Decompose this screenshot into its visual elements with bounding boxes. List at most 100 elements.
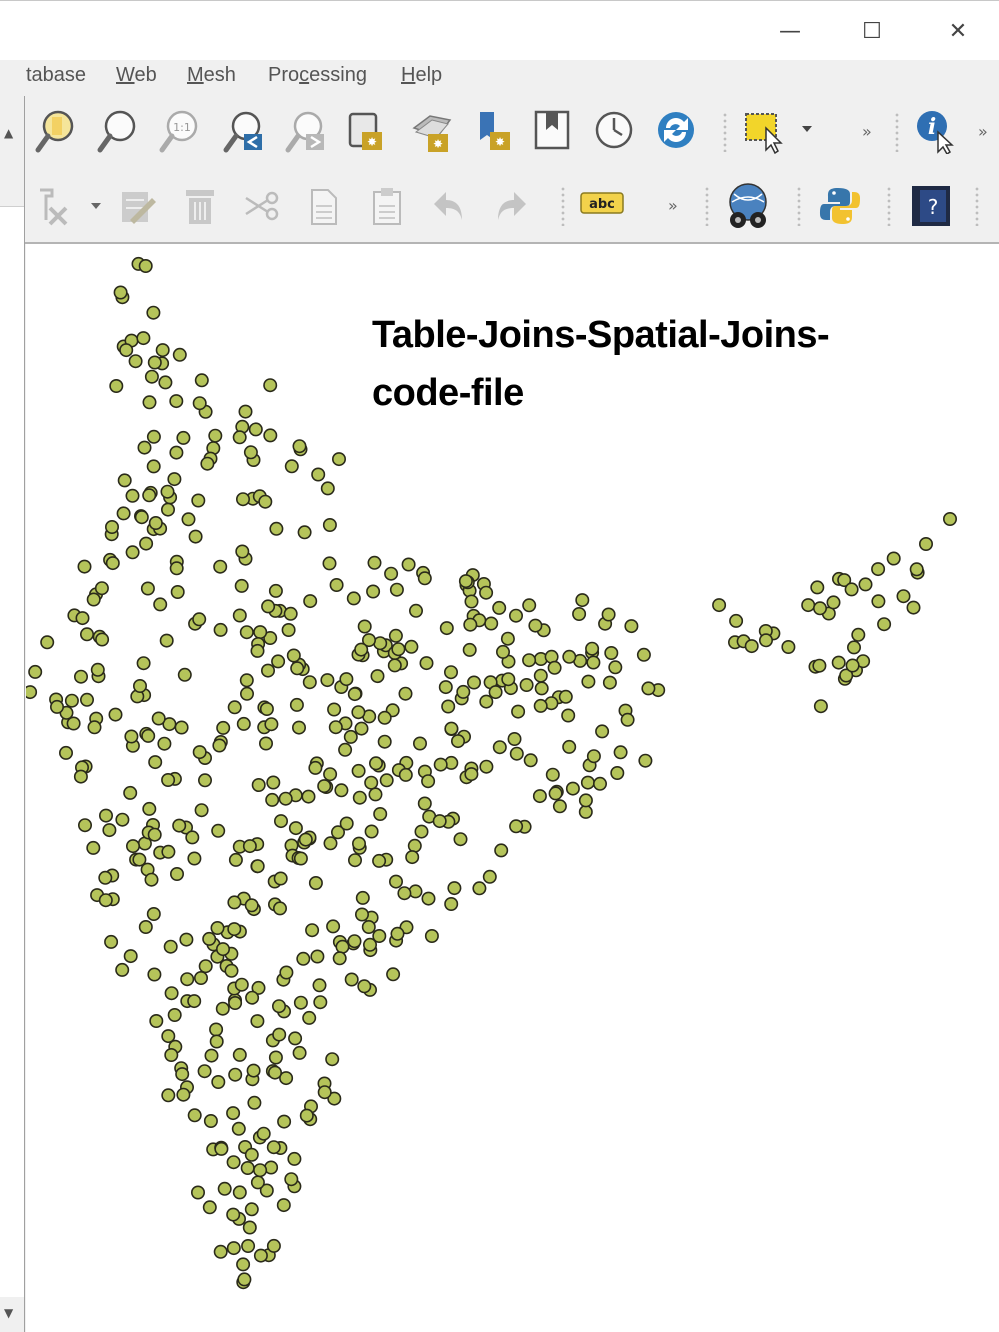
map-point[interactable] bbox=[293, 995, 308, 1010]
map-point[interactable] bbox=[253, 625, 268, 640]
map-point[interactable] bbox=[268, 1050, 283, 1065]
map-point[interactable] bbox=[176, 430, 191, 445]
zoom-out-button[interactable] bbox=[96, 108, 142, 154]
map-point[interactable] bbox=[163, 939, 178, 954]
map-point[interactable] bbox=[64, 693, 79, 708]
map-point[interactable] bbox=[253, 1248, 268, 1263]
map-point[interactable] bbox=[450, 734, 465, 749]
map-canvas[interactable]: Table-Joins-Spatial-Joins- code-file bbox=[26, 244, 999, 1332]
map-point[interactable] bbox=[317, 779, 332, 794]
map-point[interactable] bbox=[164, 986, 179, 1001]
map-point[interactable] bbox=[602, 675, 617, 690]
map-point[interactable] bbox=[236, 716, 251, 731]
map-point[interactable] bbox=[479, 759, 494, 774]
map-point[interactable] bbox=[414, 824, 429, 839]
map-point[interactable] bbox=[370, 669, 385, 684]
map-point[interactable] bbox=[412, 736, 427, 751]
map-point[interactable] bbox=[266, 775, 281, 790]
map-point[interactable] bbox=[357, 979, 372, 994]
map-point[interactable] bbox=[281, 622, 296, 637]
map-point[interactable] bbox=[604, 645, 619, 660]
map-point[interactable] bbox=[87, 720, 102, 735]
map-point[interactable] bbox=[377, 710, 392, 725]
map-point[interactable] bbox=[136, 656, 151, 671]
map-point[interactable] bbox=[187, 994, 202, 1009]
map-point[interactable] bbox=[98, 870, 113, 885]
scroll-down-arrow[interactable]: ▼ bbox=[4, 1306, 13, 1320]
map-point[interactable] bbox=[364, 775, 379, 790]
map-point[interactable] bbox=[419, 656, 434, 671]
map-point[interactable] bbox=[398, 686, 413, 701]
map-point[interactable] bbox=[484, 616, 499, 631]
show-spatial-bookmarks-button[interactable]: ✸ bbox=[408, 108, 454, 154]
map-point[interactable] bbox=[558, 689, 573, 704]
map-point[interactable] bbox=[297, 525, 312, 540]
map-point[interactable] bbox=[312, 978, 327, 993]
map-point[interactable] bbox=[313, 995, 328, 1010]
map-point[interactable] bbox=[238, 404, 253, 419]
map-point[interactable] bbox=[263, 378, 278, 393]
map-point[interactable] bbox=[397, 886, 412, 901]
map-point[interactable] bbox=[831, 655, 846, 670]
map-point[interactable] bbox=[293, 851, 308, 866]
map-point[interactable] bbox=[161, 502, 176, 517]
map-point[interactable] bbox=[421, 774, 436, 789]
maximize-button[interactable]: ☐ bbox=[852, 11, 892, 51]
map-point[interactable] bbox=[388, 874, 403, 889]
undo-button[interactable] bbox=[430, 186, 470, 226]
map-point[interactable] bbox=[138, 259, 153, 273]
map-point[interactable] bbox=[548, 786, 563, 801]
map-point[interactable] bbox=[290, 661, 305, 676]
map-point[interactable] bbox=[176, 1087, 191, 1102]
map-point[interactable] bbox=[296, 951, 311, 966]
map-point[interactable] bbox=[49, 699, 64, 714]
map-point[interactable] bbox=[334, 783, 349, 798]
map-point[interactable] bbox=[918, 536, 933, 551]
map-point[interactable] bbox=[217, 1181, 232, 1196]
map-point[interactable] bbox=[906, 600, 921, 615]
map-point[interactable] bbox=[424, 928, 439, 943]
map-point[interactable] bbox=[404, 639, 419, 654]
paste-features-button[interactable] bbox=[368, 186, 408, 226]
map-point[interactable] bbox=[158, 375, 173, 390]
map-point[interactable] bbox=[170, 584, 185, 599]
map-point[interactable] bbox=[126, 839, 141, 854]
map-point[interactable] bbox=[136, 331, 151, 346]
map-point[interactable] bbox=[877, 617, 892, 632]
menu-mesh[interactable]: Mesh bbox=[187, 64, 236, 87]
map-point[interactable] bbox=[417, 796, 432, 811]
map-point[interactable] bbox=[160, 484, 175, 499]
map-point[interactable] bbox=[209, 1022, 224, 1037]
map-point[interactable] bbox=[251, 777, 266, 792]
map-point[interactable] bbox=[322, 517, 337, 532]
map-point[interactable] bbox=[433, 757, 448, 772]
map-point[interactable] bbox=[268, 1065, 283, 1080]
map-point[interactable] bbox=[443, 665, 458, 680]
map-point[interactable] bbox=[144, 872, 159, 887]
map-point[interactable] bbox=[292, 1045, 307, 1060]
map-point[interactable] bbox=[86, 592, 101, 607]
map-point[interactable] bbox=[247, 1095, 262, 1110]
map-point[interactable] bbox=[245, 990, 260, 1005]
map-point[interactable] bbox=[216, 720, 231, 735]
map-point[interactable] bbox=[522, 598, 537, 613]
map-point[interactable] bbox=[482, 869, 497, 884]
map-point[interactable] bbox=[398, 767, 413, 782]
map-point[interactable] bbox=[287, 1151, 302, 1166]
map-point[interactable] bbox=[179, 932, 194, 947]
map-point[interactable] bbox=[317, 1085, 332, 1100]
map-point[interactable] bbox=[896, 589, 911, 604]
map-point[interactable] bbox=[237, 1272, 252, 1287]
map-point[interactable] bbox=[311, 467, 326, 482]
map-point[interactable] bbox=[232, 1185, 247, 1200]
map-point[interactable] bbox=[216, 942, 231, 957]
map-point[interactable] bbox=[161, 772, 176, 787]
map-point[interactable] bbox=[26, 685, 38, 700]
map-point[interactable] bbox=[472, 881, 487, 896]
map-point[interactable] bbox=[384, 566, 399, 581]
map-point[interactable] bbox=[387, 658, 402, 673]
map-point[interactable] bbox=[332, 951, 347, 966]
map-point[interactable] bbox=[578, 793, 593, 808]
map-point[interactable] bbox=[228, 1067, 243, 1082]
map-point[interactable] bbox=[373, 806, 388, 821]
